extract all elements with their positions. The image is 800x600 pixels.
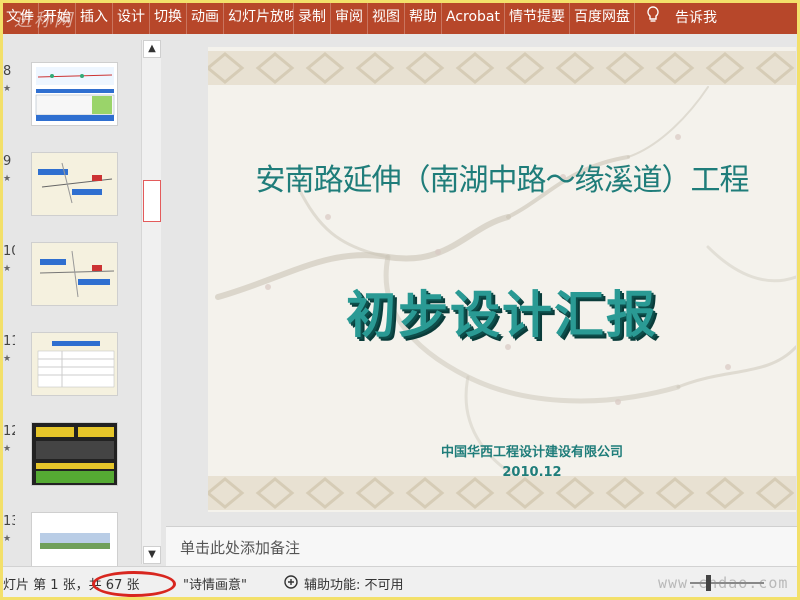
slide-thumbnail-pane: 8 ★ 9 ★ 10 ★ 11 ★ 12 ★ 13 ★ [3,34,163,576]
zoom-slider[interactable] [690,582,764,584]
highlight-oval-annotation [92,571,176,597]
star-icon: ★ [3,354,12,364]
thumbnail-number: 13 [3,514,15,529]
star-icon: ★ [3,534,12,544]
thumbnail-number: 11 [3,334,15,349]
notes-pane[interactable]: 单击此处添加备注 [166,526,798,566]
accessibility-status[interactable]: 辅助功能: 不可用 [304,574,404,593]
tab-help[interactable]: 帮助 [405,0,442,34]
slide-title[interactable]: 安南路延伸（南湖中路～缘溪道）工程 [208,155,796,199]
thumbnail-number: 10 [3,244,15,259]
tab-record[interactable]: 录制 [294,0,331,34]
star-icon: ★ [3,444,12,454]
ribbon-tabs: 文件 开始 插入 设计 切换 动画 幻灯片放映 录制 审阅 视图 帮助 Acro… [0,0,800,34]
slide-company[interactable]: 中国华西工程设计建设有限公司 [208,441,796,460]
tab-storyboard[interactable]: 情节提要 [505,0,570,34]
slide-subtitle[interactable]: 初步设计汇报 [208,275,796,347]
thumbnail-slide-11[interactable]: 11 ★ [3,332,143,398]
slide-date[interactable]: 2010.12 [208,465,796,480]
decorative-border-bottom [208,476,796,510]
tab-transitions[interactable]: 切换 [150,0,187,34]
tab-insert[interactable]: 插入 [76,0,113,34]
tab-design[interactable]: 设计 [113,0,150,34]
tab-acrobat[interactable]: Acrobat [442,0,505,34]
tab-home[interactable]: 开始 [39,0,76,34]
star-icon: ★ [3,264,12,274]
decorative-border-top [208,51,796,85]
tab-review[interactable]: 审阅 [331,0,368,34]
thumbnail-image [31,422,118,486]
tab-file[interactable]: 文件 [0,0,39,34]
zoom-slider-handle[interactable] [706,575,711,591]
thumbnail-number: 9 [3,154,12,169]
slide-canvas[interactable]: 安南路延伸（南湖中路～缘溪道）工程 初步设计汇报 中国华西工程设计建设有限公司 … [208,47,796,512]
scroll-down-icon[interactable]: ▼ [143,546,161,564]
thumbnail-image [31,62,118,126]
tell-me-search[interactable]: 告诉我 [671,7,721,27]
thumbnail-image [31,152,118,216]
thumbnail-scrollbar[interactable]: ▲ ▼ [141,40,161,564]
thumbnail-slide-8[interactable]: 8 ★ [3,62,143,128]
thumbnail-number: 12 [3,424,15,439]
theme-name: "诗情画意" [183,578,247,593]
scrollbar-thumb[interactable] [143,180,161,222]
tab-baidu-netdisk[interactable]: 百度网盘 [570,0,635,34]
thumbnail-image [31,332,118,396]
tab-slideshow[interactable]: 幻灯片放映 [224,0,294,34]
accessibility-icon[interactable] [282,574,300,594]
thumbnail-number: 8 [3,64,12,79]
scroll-up-icon[interactable]: ▲ [143,40,161,58]
thumbnail-slide-9[interactable]: 9 ★ [3,152,143,218]
star-icon: ★ [3,174,12,184]
tab-animations[interactable]: 动画 [187,0,224,34]
thumbnail-slide-12[interactable]: 12 ★ [3,422,143,488]
thumbnail-slide-10[interactable]: 10 ★ [3,242,143,308]
lightbulb-icon[interactable] [635,6,671,28]
star-icon: ★ [3,84,12,94]
notes-placeholder[interactable]: 单击此处添加备注 [180,537,300,558]
thumbnail-image [31,242,118,306]
tab-view[interactable]: 视图 [368,0,405,34]
